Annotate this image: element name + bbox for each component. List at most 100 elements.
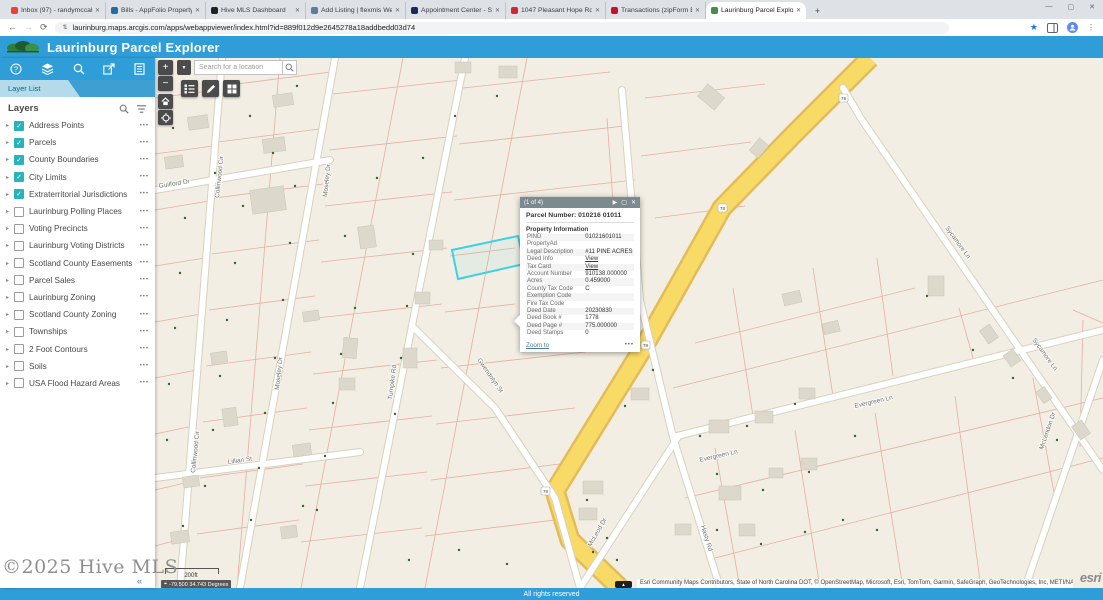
layer-expand-icon[interactable]: ▸ [6,328,14,335]
layer-checkbox[interactable] [14,224,24,234]
search-source-dropdown[interactable]: ▼ [177,60,191,75]
layer-row[interactable]: ▸✓City Limits••• [0,169,155,186]
window-maximize-icon[interactable]: ▢ [1068,3,1075,11]
layer-row[interactable]: ▸Laurinburg Zoning••• [0,289,155,306]
tab-close-icon[interactable]: ✕ [595,7,600,14]
layer-expand-icon[interactable]: ▸ [6,225,14,232]
layer-checkbox[interactable] [14,292,24,302]
layer-menu-icon[interactable]: ••• [140,294,149,300]
forward-icon[interactable]: → [24,23,33,32]
my-location-button[interactable] [158,110,173,125]
browser-tab[interactable]: Hive MLS Dashboard✕ [206,2,306,19]
layer-menu-icon[interactable]: ••• [140,363,149,369]
crosshair-icon[interactable]: ⌖ [164,581,167,588]
browser-tab[interactable]: 1047 Pleasant Hope Rd, Fairmo…✕ [506,2,606,19]
layer-checkbox[interactable]: ✓ [14,189,24,199]
layer-row[interactable]: ▸✓Parcels••• [0,134,155,151]
layer-row[interactable]: ▸✓Extraterritorial Jurisdictions••• [0,186,155,203]
popup-field-link[interactable]: View [585,264,633,271]
layer-checkbox[interactable] [14,361,24,371]
layer-checkbox[interactable]: ✓ [14,138,24,148]
layer-row[interactable]: ▸Voting Precincts••• [0,220,155,237]
layer-row[interactable]: ▸Scotland County Easements••• [0,255,155,272]
layer-row[interactable]: ▸Parcel Sales••• [0,272,155,289]
browser-tab[interactable]: Inbox (97) - randymccalljr@gm…✕ [6,2,106,19]
search-submit-button[interactable] [282,60,297,75]
layer-expand-icon[interactable]: ▸ [6,294,14,301]
layer-expand-icon[interactable]: ▸ [6,380,14,387]
tab-close-icon[interactable]: ✕ [796,7,801,14]
layer-expand-icon[interactable]: ▸ [6,260,14,267]
layer-checkbox[interactable] [14,241,24,251]
attribution-toggle-button[interactable]: ▲ [615,581,632,588]
layer-expand-icon[interactable]: ▸ [6,174,14,181]
profile-avatar[interactable] [1067,22,1078,33]
window-minimize-icon[interactable]: — [1046,3,1053,11]
report-icon[interactable] [134,63,145,75]
layer-row[interactable]: ▸Townships••• [0,323,155,340]
new-tab-button[interactable]: + [811,4,824,17]
layer-checkbox[interactable] [14,378,24,388]
layer-menu-icon[interactable]: ••• [140,191,149,197]
zoom-to-link[interactable]: Zoom to [526,342,625,349]
search-input[interactable] [194,60,282,75]
back-icon[interactable]: ← [8,23,17,32]
layer-expand-icon[interactable]: ▸ [6,277,14,284]
zoom-in-button[interactable]: + [158,60,173,75]
layer-checkbox[interactable] [14,327,24,337]
layer-menu-icon[interactable]: ••• [140,277,149,283]
bookmark-star-icon[interactable]: ★ [1030,22,1038,33]
browser-tab[interactable]: Transactions (zipForm Edition)✕ [606,2,706,19]
layer-row[interactable]: ▸✓County Boundaries••• [0,151,155,168]
search-icon[interactable] [73,63,85,75]
layers-icon[interactable] [41,63,54,75]
layer-expand-icon[interactable]: ▸ [6,363,14,370]
window-close-icon[interactable]: ✕ [1089,3,1095,11]
layer-menu-icon[interactable]: ••• [140,174,149,180]
layer-row[interactable]: ▸Laurinburg Polling Places••• [0,203,155,220]
layer-checkbox[interactable]: ✓ [14,172,24,182]
layer-checkbox[interactable] [14,310,24,320]
popup-header[interactable]: (1 of 4) ▶ ▢ ✕ [520,197,640,208]
reload-icon[interactable]: ⟳ [40,23,48,32]
layer-expand-icon[interactable]: ▸ [6,346,14,353]
layer-menu-icon[interactable]: ••• [140,312,149,318]
tab-close-icon[interactable]: ✕ [95,7,100,14]
layer-checkbox[interactable]: ✓ [14,155,24,165]
tab-close-icon[interactable]: ✕ [195,7,200,14]
url-box[interactable]: ⇅ laurinburg.maps.arcgis.com/apps/webapp… [55,22,949,34]
layer-expand-icon[interactable]: ▸ [6,122,14,129]
layer-menu-icon[interactable]: ••• [140,226,149,232]
layer-menu-icon[interactable]: ••• [140,346,149,352]
draw-button[interactable] [202,80,219,97]
browser-menu-icon[interactable]: ⋮ [1087,23,1095,32]
layer-checkbox[interactable] [14,207,24,217]
site-info-icon[interactable]: ⇅ [63,24,68,31]
layer-checkbox[interactable] [14,275,24,285]
browser-tab[interactable]: Bills - AppFolio Property Manag…✕ [106,2,206,19]
tab-close-icon[interactable]: ✕ [395,7,400,14]
browser-tab[interactable]: Add Listing | flexmls Web✕ [306,2,406,19]
popup-field-link[interactable]: View [585,256,633,263]
basemap-gallery-button[interactable] [223,80,240,97]
browser-tab[interactable]: Laurinburg Parcel Explorer✕ [706,2,806,19]
popup-more-icon[interactable]: ••• [625,342,634,348]
home-button[interactable] [158,94,173,109]
browser-tab[interactable]: Appointment Center - Staff - S…✕ [406,2,506,19]
popup-close-icon[interactable]: ✕ [631,199,636,206]
legend-button[interactable] [181,80,198,97]
layer-row[interactable]: ▸2 Foot Contours••• [0,340,155,357]
layer-row[interactable]: ▸USA Flood Hazard Areas••• [0,375,155,392]
share-icon[interactable] [103,63,115,75]
layer-menu-icon[interactable]: ••• [140,123,149,129]
zoom-out-button[interactable]: − [158,76,173,91]
layer-menu-icon[interactable]: ••• [140,329,149,335]
layer-expand-icon[interactable]: ▸ [6,242,14,249]
side-panel-icon[interactable] [1047,23,1058,33]
about-icon[interactable]: ? [10,63,22,75]
coordinate-widget[interactable]: ⌖ -79.500 34.743 Degrees [161,580,231,588]
layer-expand-icon[interactable]: ▸ [6,139,14,146]
tab-close-icon[interactable]: ✕ [295,7,300,14]
layer-checkbox[interactable] [14,344,24,354]
layer-row[interactable]: ▸Laurinburg Voting Districts••• [0,237,155,254]
